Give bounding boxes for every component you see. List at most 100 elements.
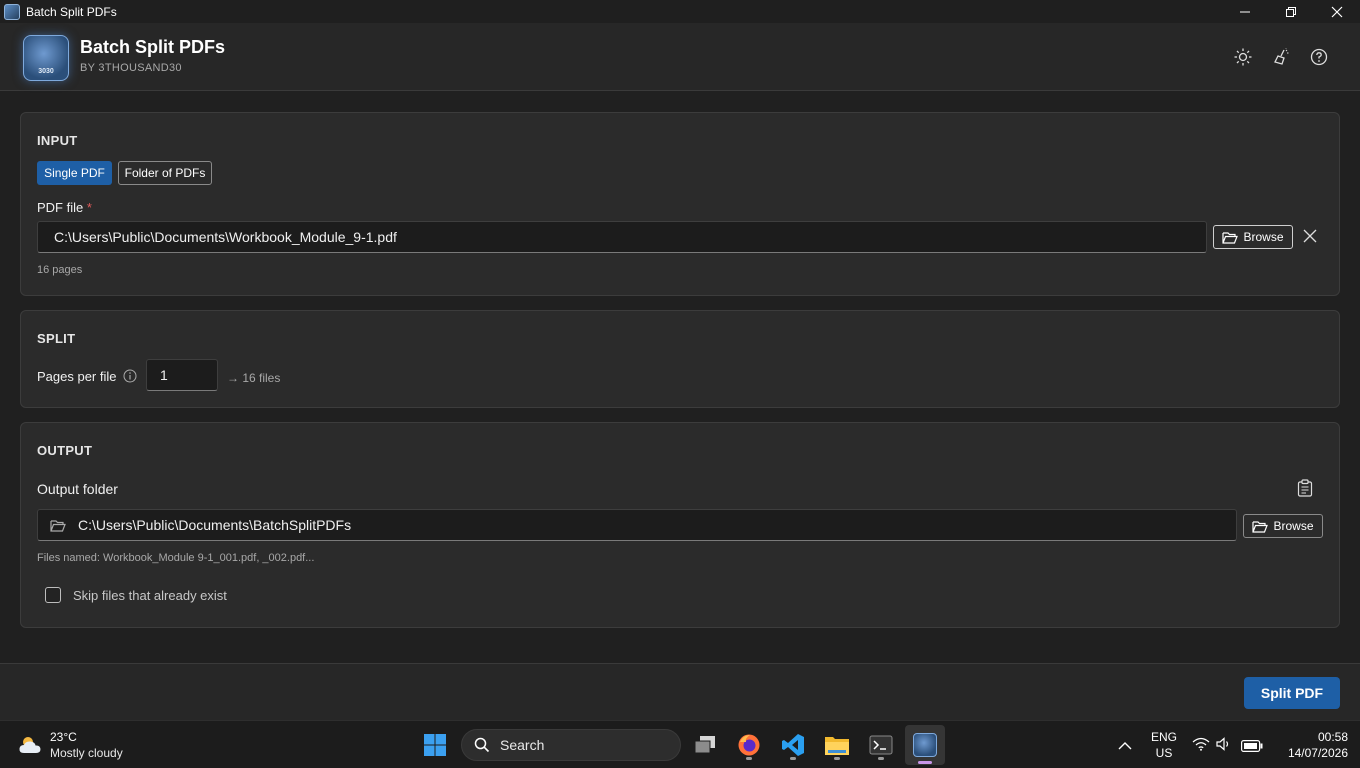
- skip-existing-label: Skip files that already exist: [73, 588, 227, 603]
- volume-button[interactable]: [1216, 737, 1232, 756]
- split-section: SPLIT Pages per file 1 → 16 files: [20, 310, 1340, 408]
- minimize-button[interactable]: [1222, 0, 1268, 23]
- taskbar-search[interactable]: Search: [461, 729, 681, 761]
- output-folder-path: C:\Users\Public\Documents\BatchSplitPDFs: [78, 517, 352, 533]
- skip-existing-checkbox[interactable]: [45, 587, 61, 603]
- input-section: INPUT Single PDF Folder of PDFs PDF file…: [20, 112, 1340, 296]
- terminal-icon: [869, 735, 893, 755]
- window-title: Batch Split PDFs: [26, 4, 117, 19]
- close-window-button[interactable]: [1314, 0, 1360, 23]
- cloudy-weather-icon: [19, 737, 41, 753]
- taskbar-terminal[interactable]: [864, 729, 898, 761]
- output-browse-label: Browse: [1273, 519, 1314, 533]
- paste-path-button[interactable]: [1297, 479, 1313, 502]
- task-view-button[interactable]: [688, 729, 722, 761]
- split-section-title: SPLIT: [37, 331, 76, 346]
- info-icon: [123, 369, 137, 383]
- app-small-icon: [4, 3, 20, 20]
- output-folder-input[interactable]: C:\Users\Public\Documents\BatchSplitPDFs: [37, 509, 1237, 541]
- app-logo-text: 3030: [38, 67, 54, 75]
- weather-widget[interactable]: [18, 733, 44, 755]
- action-footer: Split PDF: [0, 663, 1360, 720]
- language-indicator[interactable]: ENG US: [1146, 730, 1182, 760]
- window-title-bar: Batch Split PDFs: [0, 0, 1360, 23]
- restore-button[interactable]: [1268, 0, 1314, 23]
- help-icon: [1310, 48, 1328, 66]
- folder-open-icon: [1252, 520, 1269, 533]
- pages-per-file-label: Pages per file: [37, 369, 117, 384]
- tab-folder-of-pdfs[interactable]: Folder of PDFs: [118, 161, 212, 185]
- wifi-icon: [1192, 737, 1210, 751]
- taskbar-file-explorer[interactable]: [820, 729, 854, 761]
- taskbar: 23°C Mostly cloudy Search ENG US 00:58 1…: [0, 720, 1360, 768]
- page-count: 16 pages: [37, 264, 83, 276]
- app-name: Batch Split PDFs: [80, 37, 226, 57]
- file-explorer-icon: [825, 737, 849, 755]
- weather-description: Mostly cloudy: [50, 746, 123, 760]
- language-secondary: US: [1155, 746, 1173, 760]
- pages-per-file-info-button[interactable]: [123, 369, 137, 388]
- close-icon: [1303, 229, 1317, 243]
- pdf-file-input[interactable]: C:\Users\Public\Documents\Workbook_Modul…: [37, 221, 1207, 253]
- output-folder-label: Output folder: [37, 481, 118, 497]
- app-subtitle: BY 3THOUSAND30: [80, 62, 182, 74]
- running-indicator: [878, 757, 884, 760]
- clipboard-icon: [1297, 479, 1313, 497]
- taskbar-batch-split-pdfs[interactable]: [905, 725, 945, 765]
- search-label: Search: [500, 737, 545, 753]
- app-header: 3030 Batch Split PDFs BY 3THOUSAND30: [0, 23, 1360, 91]
- pages-per-file-value: 1: [160, 367, 168, 383]
- help-button[interactable]: [1309, 47, 1329, 67]
- batch-split-pdfs-icon: [913, 733, 937, 757]
- start-button[interactable]: [418, 729, 452, 761]
- firefox-icon: [738, 734, 760, 756]
- running-indicator: [790, 757, 796, 760]
- pdf-browse-button[interactable]: Browse: [1213, 225, 1293, 249]
- pdf-file-label-text: PDF file: [37, 200, 84, 215]
- pages-per-file-input[interactable]: 1: [146, 359, 218, 391]
- windows-start-icon: [424, 734, 446, 756]
- folder-open-icon: [1222, 231, 1239, 244]
- input-section-title: INPUT: [37, 133, 78, 148]
- show-hidden-icons-button[interactable]: [1118, 738, 1132, 756]
- language-primary: ENG: [1150, 730, 1177, 744]
- pdf-browse-label: Browse: [1243, 230, 1284, 244]
- clear-button[interactable]: [1271, 47, 1291, 67]
- clock-date: 14/07/2026: [1287, 746, 1348, 760]
- network-button[interactable]: [1192, 737, 1210, 756]
- search-icon: [474, 737, 490, 753]
- speaker-icon: [1216, 737, 1229, 751]
- theme-sun-icon: [1234, 48, 1252, 66]
- output-section: OUTPUT Output folder C:\Users\Public\Doc…: [20, 422, 1340, 628]
- tab-single-pdf[interactable]: Single PDF: [37, 161, 112, 185]
- active-indicator: [918, 761, 932, 764]
- minimize-icon: [1240, 11, 1250, 12]
- battery-icon: [1241, 740, 1263, 753]
- output-browse-button[interactable]: Browse: [1243, 514, 1323, 538]
- pdf-file-label: PDF file *: [37, 200, 92, 215]
- files-named-hint: Files named: Workbook_Module 9-1_001.pdf…: [37, 552, 315, 564]
- split-pdf-button[interactable]: Split PDF: [1244, 677, 1340, 709]
- vscode-icon: [782, 734, 804, 756]
- clear-pdf-button[interactable]: [1303, 229, 1319, 245]
- split-result-count: → 16 files: [227, 371, 281, 385]
- battery-button[interactable]: [1241, 739, 1263, 757]
- weather-temperature: 23°C: [50, 730, 77, 744]
- running-indicator: [746, 757, 752, 760]
- close-icon: [1331, 6, 1343, 17]
- pdf-file-path: C:\Users\Public\Documents\Workbook_Modul…: [54, 229, 397, 245]
- app-logo: 3030: [23, 35, 69, 81]
- taskbar-vscode[interactable]: [776, 729, 810, 761]
- broom-icon: [1274, 48, 1289, 65]
- clock-time: 00:58: [1317, 730, 1348, 744]
- restore-icon: [1286, 6, 1296, 17]
- required-mark: *: [86, 200, 92, 215]
- theme-toggle-button[interactable]: [1233, 47, 1253, 67]
- running-indicator: [834, 757, 840, 760]
- taskbar-firefox[interactable]: [732, 729, 766, 761]
- output-section-title: OUTPUT: [37, 443, 93, 458]
- chevron-up-icon: [1118, 742, 1132, 750]
- task-view-icon: [694, 736, 715, 754]
- clock[interactable]: 00:58 14/07/2026: [1272, 730, 1348, 760]
- folder-icon: [50, 519, 66, 532]
